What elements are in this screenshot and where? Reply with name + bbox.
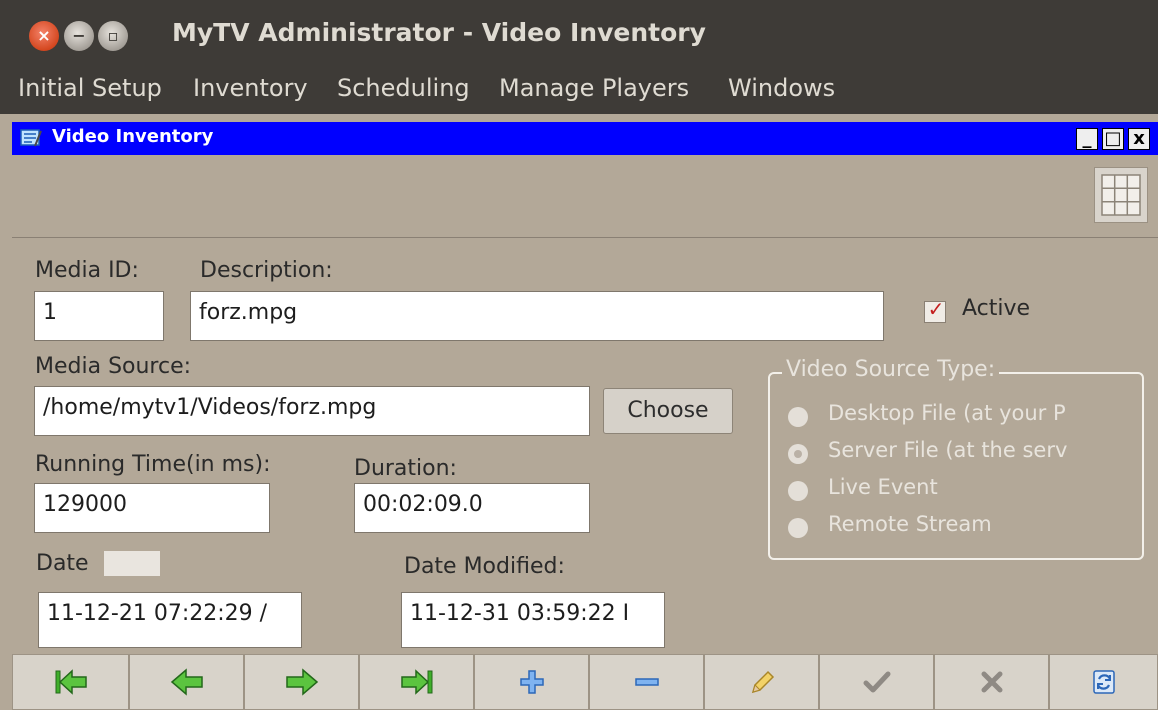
next-record-button[interactable] (244, 654, 359, 710)
internal-frame-title: Video Inventory (52, 126, 214, 147)
radio-server-file[interactable] (788, 444, 808, 464)
date-modified-value: 11-12-31 03:59:22 I (410, 601, 630, 626)
delete-record-button[interactable] (589, 654, 704, 710)
menu-bar: Initial Setup Inventory Scheduling Manag… (0, 70, 1158, 114)
description-field[interactable]: forz.mpg (190, 291, 884, 341)
radio-live-event-label: Live Event (828, 475, 938, 499)
cancel-icon (981, 671, 1002, 693)
running-time-field[interactable]: 129000 (34, 483, 270, 533)
edit-record-button[interactable] (704, 654, 819, 710)
confirm-button[interactable] (819, 654, 934, 710)
refresh-icon (1092, 670, 1115, 694)
next-icon (285, 668, 318, 696)
media-source-value: /home/mytv1/Videos/forz.mpg (43, 395, 377, 420)
frame-toolbar (12, 155, 1158, 238)
add-record-button[interactable] (474, 654, 589, 710)
date-modified-label: Date Modified: (404, 554, 565, 579)
internal-frame-title-bar[interactable]: Video Inventory _ □ x (12, 122, 1158, 155)
date-label: Date (36, 551, 160, 576)
duration-value: 00:02:09.0 (363, 492, 483, 517)
media-id-field[interactable]: 1 (34, 291, 164, 341)
choose-button[interactable]: Choose (603, 388, 733, 434)
date-field[interactable]: 11-12-21 07:22:29 / (38, 592, 302, 648)
minimize-icon: _ (1082, 128, 1092, 149)
active-label: Active (962, 296, 1031, 321)
radio-desktop-file[interactable] (788, 407, 808, 427)
duration-field[interactable]: 00:02:09.0 (354, 483, 590, 533)
first-icon (55, 669, 87, 695)
radio-remote-stream-label: Remote Stream (828, 512, 992, 536)
edit-icon (751, 670, 774, 694)
grid-view-button[interactable] (1094, 167, 1148, 223)
radio-desktop-file-label: Desktop File (at your P (828, 401, 1066, 425)
confirm-icon (863, 671, 890, 693)
record-navigation-bar (12, 654, 1158, 710)
cancel-button[interactable] (934, 654, 1049, 710)
media-source-field[interactable]: /home/mytv1/Videos/forz.mpg (34, 386, 590, 436)
frame-minimize-button[interactable]: _ (1076, 128, 1098, 150)
date-modified-field[interactable]: 11-12-31 03:59:22 I (401, 592, 665, 648)
previous-icon (170, 668, 203, 696)
minimize-icon: − (72, 26, 86, 45)
video-source-type-legend: Video Source Type: (782, 357, 1000, 382)
duration-label: Duration: (354, 456, 457, 481)
last-record-button[interactable] (359, 654, 474, 710)
add-icon (519, 670, 544, 694)
menu-initial-setup[interactable]: Initial Setup (18, 74, 162, 102)
media-id-value: 1 (43, 300, 57, 325)
radio-remote-stream[interactable] (788, 518, 808, 538)
last-icon (400, 669, 432, 695)
maximize-icon: ▫ (107, 26, 119, 45)
menu-manage-players[interactable]: Manage Players (499, 74, 689, 102)
inventory-frame-icon (20, 129, 42, 147)
menu-windows[interactable]: Windows (728, 74, 835, 102)
delete-icon (634, 678, 659, 686)
close-icon: × (37, 26, 51, 45)
check-icon: ✓ (927, 297, 945, 321)
description-label: Description: (200, 258, 333, 283)
media-source-label: Media Source: (35, 354, 192, 379)
maximize-icon: □ (1104, 128, 1122, 149)
close-icon: x (1133, 128, 1145, 149)
window-minimize-button[interactable]: − (64, 21, 94, 51)
media-id-label: Media ID: (35, 258, 139, 283)
window-maximize-button[interactable]: ▫ (98, 21, 128, 51)
running-time-value: 129000 (43, 492, 127, 517)
window-title: MyTV Administrator - Video Inventory (172, 18, 706, 47)
frame-close-button[interactable]: x (1128, 128, 1150, 150)
menu-scheduling[interactable]: Scheduling (337, 74, 470, 102)
refresh-button[interactable] (1049, 654, 1158, 710)
grid-icon (1101, 174, 1141, 216)
date-value: 11-12-21 07:22:29 / (47, 601, 268, 626)
description-value: forz.mpg (199, 300, 298, 325)
radio-live-event[interactable] (788, 481, 808, 501)
menu-inventory[interactable]: Inventory (193, 74, 308, 102)
running-time-label: Running Time(in ms): (35, 452, 271, 477)
window-close-button[interactable]: × (29, 21, 59, 51)
frame-maximize-button[interactable]: □ (1102, 128, 1124, 150)
first-record-button[interactable] (12, 654, 129, 710)
window-title-bar: × − ▫ MyTV Administrator - Video Invento… (0, 0, 1158, 70)
active-checkbox[interactable]: ✓ (924, 297, 946, 323)
radio-server-file-label: Server File (at the serv (828, 438, 1068, 462)
previous-record-button[interactable] (129, 654, 244, 710)
video-source-type-group: Video Source Type: Desktop File (at your… (768, 357, 1144, 560)
